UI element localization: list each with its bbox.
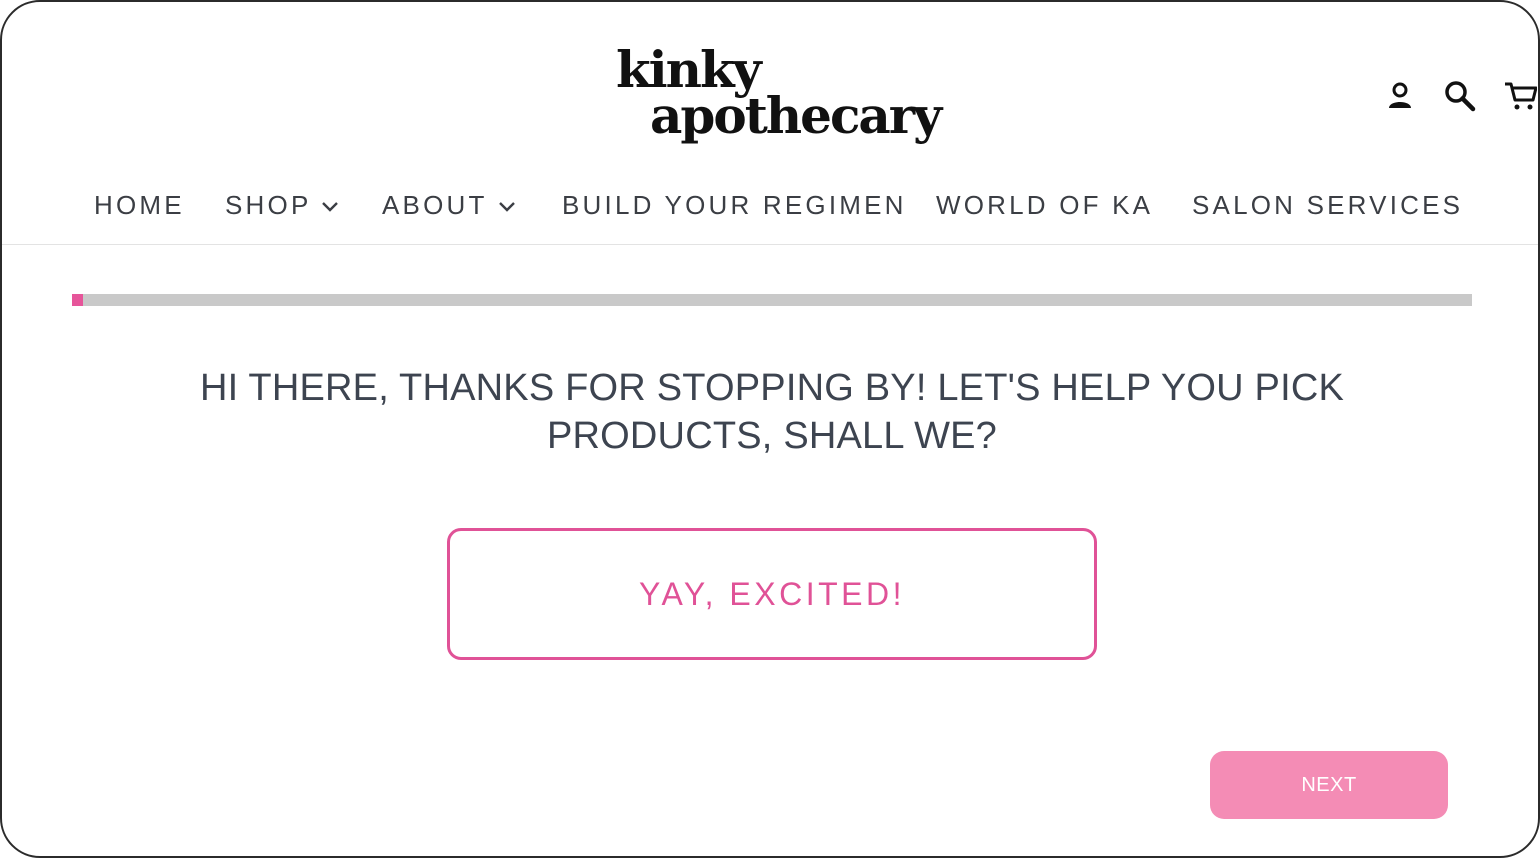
nav-shop[interactable]: SHOP [225, 190, 339, 221]
nav-world-of-ka-label: WORLD OF KA [936, 190, 1154, 220]
answer-option-label: YAY, EXCITED! [638, 575, 905, 612]
header-icons [1382, 78, 1538, 114]
search-icon[interactable] [1442, 78, 1478, 114]
nav-salon-services[interactable]: SALON SERVICES [1192, 190, 1463, 221]
nav-world-of-ka[interactable]: WORLD OF KA [936, 190, 1153, 221]
quiz-question: HI THERE, THANKS FOR STOPPING BY! LET'S … [122, 364, 1422, 460]
cart-icon[interactable] [1502, 78, 1538, 114]
answer-option-button[interactable]: YAY, EXCITED! [447, 528, 1097, 660]
account-icon[interactable] [1382, 78, 1418, 114]
quiz-progress-fill [72, 294, 83, 306]
browser-frame: kinky apothecary HOME SHOP ABOUT BUILD Y… [0, 0, 1540, 858]
logo-line-2: apothecary [650, 86, 942, 145]
header-divider [2, 244, 1538, 245]
nav-about-label: ABOUT [382, 190, 488, 220]
next-button[interactable]: NEXT [1210, 751, 1448, 819]
chevron-down-icon [322, 201, 339, 212]
nav-about[interactable]: ABOUT [382, 190, 516, 221]
next-button-label: NEXT [1301, 773, 1357, 796]
quiz-progress-bar [72, 294, 1472, 306]
brand-logo[interactable]: kinky apothecary [612, 42, 942, 152]
nav-build-your-regimen-label: BUILD YOUR REGIMEN [562, 190, 907, 220]
quiz-question-line-2: PRODUCTS, SHALL WE? [546, 415, 998, 457]
nav-home-label: HOME [94, 190, 185, 220]
main-nav: HOME SHOP ABOUT BUILD YOUR REGIMEN WORLD… [2, 180, 1538, 232]
nav-build-your-regimen[interactable]: BUILD YOUR REGIMEN [562, 190, 907, 221]
nav-salon-services-label: SALON SERVICES [1192, 190, 1464, 220]
quiz-question-line-1: HI THERE, THANKS FOR STOPPING BY! LET'S … [199, 367, 1345, 409]
nav-home[interactable]: HOME [94, 190, 185, 221]
nav-shop-label: SHOP [225, 190, 312, 220]
chevron-down-icon [498, 201, 515, 212]
